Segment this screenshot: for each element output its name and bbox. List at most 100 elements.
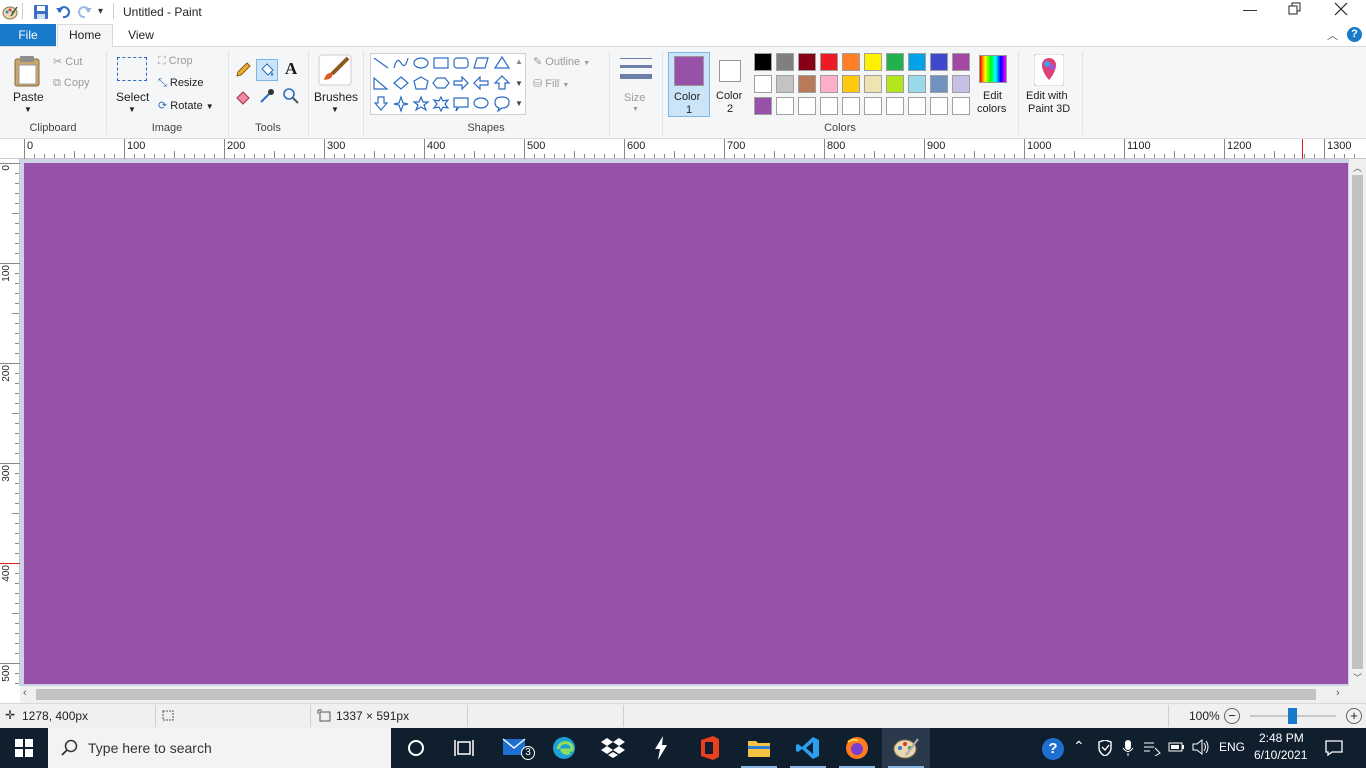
palette-swatch[interactable] (820, 53, 838, 71)
taskbar-edge[interactable] (540, 728, 588, 768)
scroll-up-icon[interactable]: ▲ (515, 57, 523, 66)
clock-time[interactable]: 2:48 PM (1259, 731, 1304, 745)
restore-button[interactable] (1288, 2, 1302, 19)
palette-swatch[interactable] (952, 53, 970, 71)
tab-view[interactable]: View (113, 24, 169, 46)
help-tray-icon[interactable]: ? (1042, 738, 1064, 760)
taskbar-file-explorer[interactable] (735, 728, 783, 768)
palette-swatch[interactable] (908, 75, 926, 93)
taskbar-office[interactable] (686, 728, 734, 768)
palette-swatch[interactable] (798, 53, 816, 71)
palette-swatch[interactable] (952, 75, 970, 93)
resize-button[interactable]: ⤡ Resize (158, 77, 204, 90)
start-button[interactable] (0, 728, 48, 768)
magnifier-icon[interactable] (282, 87, 300, 108)
palette-swatch[interactable] (754, 53, 772, 71)
size-button[interactable]: Size ▼ (615, 53, 657, 117)
palette-swatch[interactable] (820, 75, 838, 93)
redo-icon[interactable] (77, 4, 93, 23)
taskbar-app-bolt[interactable] (637, 728, 685, 768)
collapse-ribbon-icon[interactable]: ︿ (1327, 27, 1338, 43)
minimize-button[interactable]: — (1243, 1, 1257, 17)
network-icon[interactable] (1143, 740, 1161, 759)
palette-swatch[interactable] (820, 97, 838, 115)
palette-swatch[interactable] (776, 97, 794, 115)
scroll-thumb[interactable] (1352, 175, 1363, 669)
paste-button[interactable]: Paste ▼ (6, 53, 48, 117)
palette-swatch[interactable] (842, 53, 860, 71)
eraser-icon[interactable] (234, 87, 252, 108)
save-icon[interactable] (33, 4, 49, 23)
copy-button[interactable]: ⧉ Copy (53, 77, 90, 90)
scroll-down-icon[interactable]: ﹀ (1353, 671, 1362, 684)
edit-colors-button[interactable]: Edit colors (974, 52, 1012, 117)
drawing-canvas[interactable] (24, 163, 1348, 684)
task-view-button[interactable] (440, 728, 488, 768)
palette-swatch[interactable] (864, 97, 882, 115)
scroll-left-icon[interactable]: ‹ (23, 687, 27, 699)
clock-date[interactable]: 6/10/2021 (1254, 748, 1307, 762)
zoom-slider-thumb[interactable] (1288, 708, 1297, 724)
taskbar-paint[interactable] (882, 728, 930, 768)
close-button[interactable] (1334, 2, 1348, 19)
paint-app-icon[interactable] (2, 4, 18, 23)
horizontal-scrollbar[interactable]: ‹ › (20, 686, 1366, 703)
brushes-button[interactable]: Brushes ▼ (312, 53, 358, 117)
scroll-thumb[interactable] (36, 689, 1316, 700)
shield-tray-icon[interactable] (1097, 739, 1113, 759)
select-button[interactable]: Select ▼ (112, 53, 152, 117)
outline-button[interactable]: ✎ Outline ▼ (533, 55, 590, 68)
cortana-button[interactable] (392, 728, 440, 768)
scroll-down-icon[interactable]: ▼ (515, 79, 523, 88)
palette-swatch[interactable] (930, 97, 948, 115)
zoom-in-button[interactable]: + (1346, 708, 1362, 724)
color2-button[interactable]: Color 2 (711, 52, 751, 117)
palette-swatch[interactable] (798, 97, 816, 115)
palette-swatch[interactable] (798, 75, 816, 93)
rotate-button[interactable]: ⟳ Rotate ▼ (158, 99, 214, 112)
edit-with-paint3d-button[interactable]: Edit with Paint 3D (1024, 52, 1076, 117)
color-picker-icon[interactable] (258, 87, 276, 108)
text-icon[interactable]: A (285, 59, 297, 79)
palette-swatch[interactable] (886, 97, 904, 115)
battery-icon[interactable] (1168, 741, 1186, 756)
palette-swatch[interactable] (754, 97, 772, 115)
tab-home[interactable]: Home (57, 24, 113, 47)
notifications-icon[interactable] (1325, 740, 1343, 759)
palette-swatch[interactable] (930, 75, 948, 93)
search-box[interactable]: Type here to search (48, 728, 391, 768)
palette-swatch[interactable] (952, 97, 970, 115)
undo-icon[interactable] (55, 4, 71, 23)
palette-swatch[interactable] (864, 53, 882, 71)
cut-button[interactable]: ✂ Cut (53, 55, 82, 68)
palette-swatch[interactable] (886, 53, 904, 71)
fill-button[interactable]: ⛁ Fill ▼ (533, 77, 569, 90)
expand-gallery-icon[interactable]: ▼ (515, 99, 523, 108)
palette-swatch[interactable] (930, 53, 948, 71)
pencil-icon[interactable] (234, 61, 252, 82)
volume-icon[interactable] (1192, 738, 1210, 758)
color1-button[interactable]: Color 1 (668, 52, 710, 117)
crop-button[interactable]: ⛶ Crop (158, 55, 193, 68)
taskbar-dropbox[interactable] (589, 728, 637, 768)
palette-swatch[interactable] (908, 97, 926, 115)
palette-swatch[interactable] (908, 53, 926, 71)
palette-swatch[interactable] (864, 75, 882, 93)
taskbar-vscode[interactable] (784, 728, 832, 768)
help-icon[interactable]: ? (1347, 27, 1362, 42)
palette-swatch[interactable] (776, 75, 794, 93)
fill-icon[interactable] (256, 59, 278, 81)
show-hidden-icons-icon[interactable]: ⌃ (1073, 738, 1085, 755)
shapes-gallery[interactable] (370, 53, 526, 115)
tab-file[interactable]: File (0, 24, 56, 46)
palette-swatch[interactable] (842, 75, 860, 93)
palette-swatch[interactable] (842, 97, 860, 115)
zoom-out-button[interactable]: − (1224, 708, 1240, 724)
palette-swatch[interactable] (776, 53, 794, 71)
scroll-right-icon[interactable]: › (1336, 687, 1340, 699)
vertical-scrollbar[interactable]: ︿ ﹀ (1349, 159, 1366, 686)
customize-qat-icon[interactable]: ▾ (98, 6, 103, 17)
palette-swatch[interactable] (886, 75, 904, 93)
palette-swatch[interactable] (754, 75, 772, 93)
taskbar-mail[interactable]: 3 (491, 728, 539, 768)
